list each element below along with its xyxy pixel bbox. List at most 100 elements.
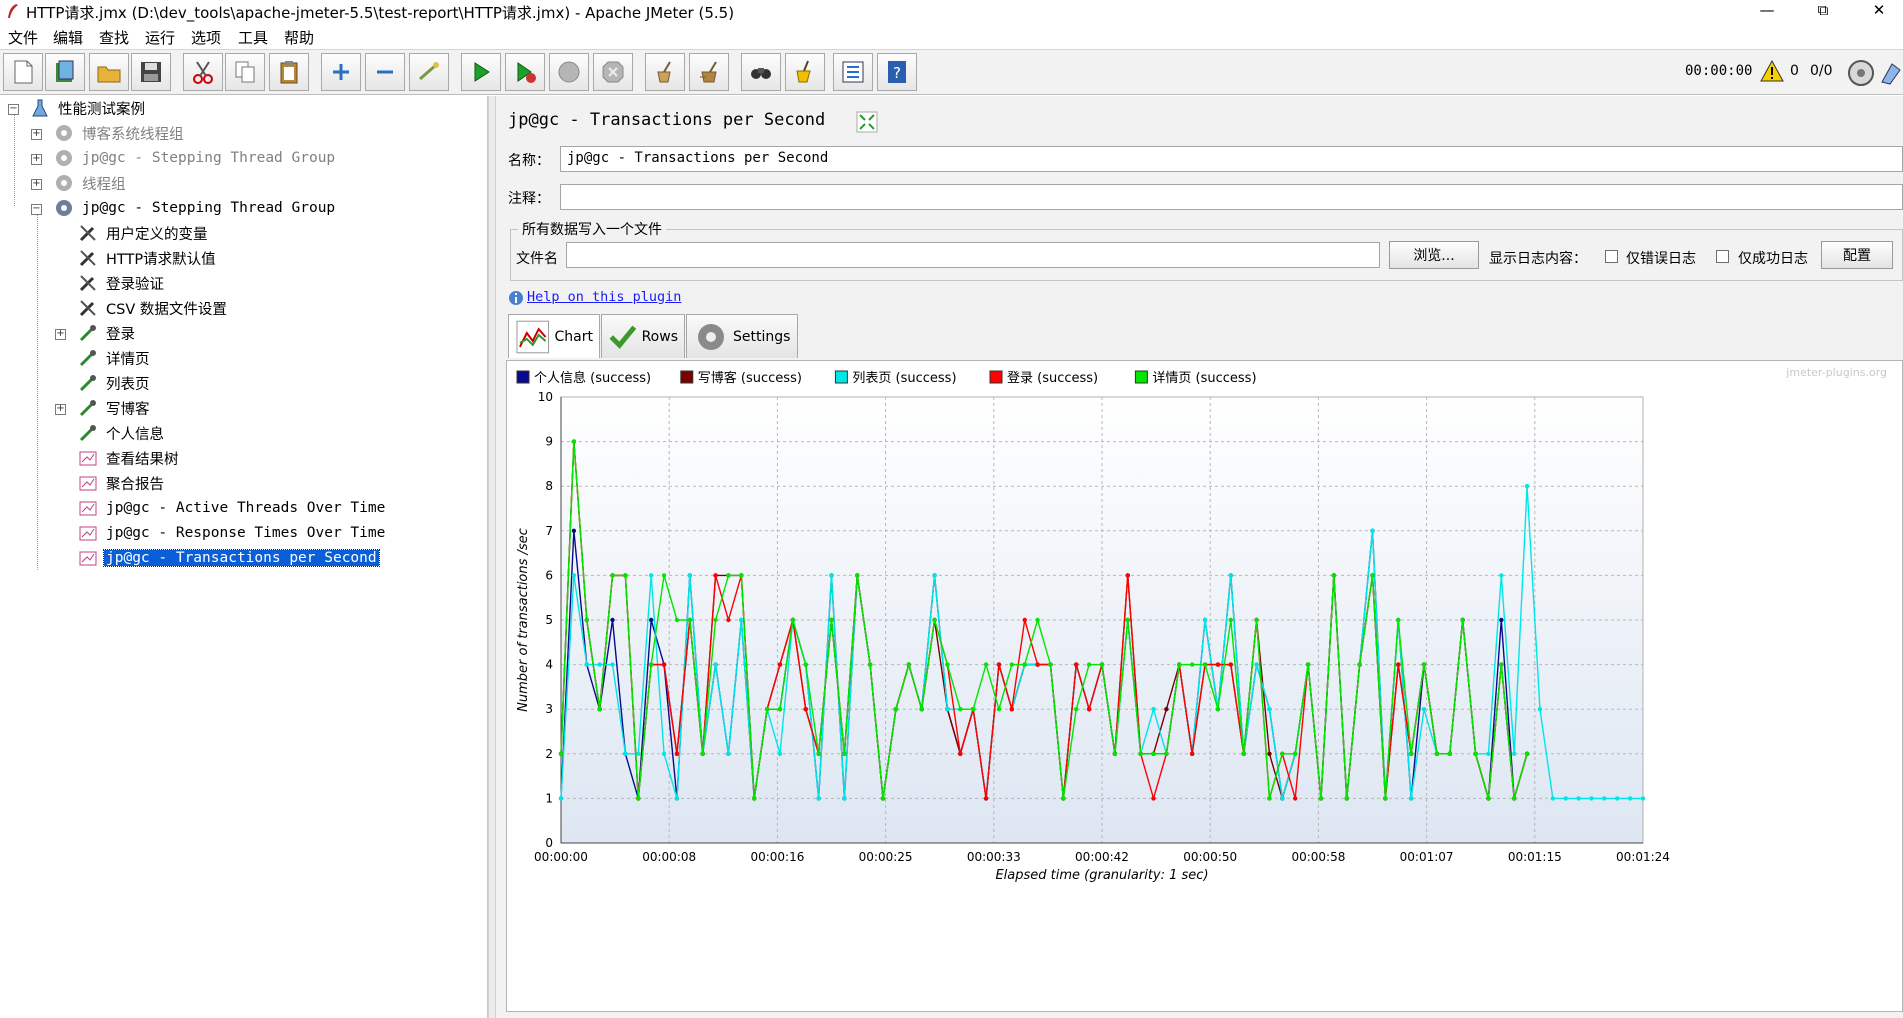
collapse-toggle[interactable]: − (8, 104, 19, 115)
tree-item-transactions-per-second[interactable]: jp@gc - Transactions per Second (78, 546, 380, 570)
toggle-button[interactable] (409, 53, 449, 91)
data-point (610, 573, 615, 578)
filename-input[interactable] (566, 242, 1380, 268)
help-button[interactable]: ? (877, 53, 917, 91)
menu-tools[interactable]: 工具 (238, 27, 268, 48)
new-button[interactable] (3, 53, 43, 91)
close-button[interactable]: ✕ (1856, 0, 1902, 24)
menu-file[interactable]: 文件 (8, 27, 38, 48)
info-icon (509, 291, 523, 305)
tree-item-response-times[interactable]: jp@gc - Response Times Over Time (78, 521, 387, 545)
menu-options[interactable]: 选项 (191, 27, 221, 48)
menu-search[interactable]: 查找 (99, 27, 129, 48)
data-point (1086, 707, 1092, 712)
tree-item-profile-sampler[interactable]: 个人信息 (78, 421, 166, 445)
data-point (1267, 707, 1272, 712)
configure-button[interactable]: 配置 (1821, 241, 1893, 269)
tree-item-active-threads[interactable]: jp@gc - Active Threads Over Time (78, 496, 387, 520)
tree-item-http-defaults[interactable]: HTTP请求默认值 (78, 246, 218, 270)
data-point (996, 707, 1002, 712)
expand-toggle[interactable]: + (55, 404, 66, 415)
expand-toggle[interactable]: + (31, 154, 42, 165)
shutdown-button[interactable] (593, 53, 633, 91)
tree-item-blog-thread-group[interactable]: 博客系统线程组 (54, 121, 186, 145)
data-point (945, 662, 950, 667)
watermark: jmeter-plugins.org (1785, 366, 1887, 379)
pane-splitter[interactable] (488, 96, 496, 1018)
tree-item-stepping-thread-group-disabled[interactable]: jp@gc - Stepping Thread Group (54, 146, 337, 170)
collapse-toggle[interactable]: − (31, 204, 42, 215)
menu-run[interactable]: 运行 (145, 27, 175, 48)
maximize-button[interactable]: ⧉ (1800, 0, 1846, 24)
search-button[interactable] (741, 53, 781, 91)
tree-item-write-blog-sampler[interactable]: 写博客 (78, 396, 152, 420)
help-plugin-link[interactable]: Help on this plugin (527, 289, 681, 305)
tree-item-test-plan[interactable]: 性能测试案例 (30, 96, 147, 120)
copy-button[interactable] (225, 53, 265, 91)
success-only-checkbox[interactable] (1716, 250, 1729, 263)
open-folder-icon (97, 66, 121, 83)
data-point (932, 617, 937, 623)
errors-only-checkbox[interactable] (1605, 250, 1618, 263)
log-viewer-icon[interactable] (1880, 60, 1902, 86)
data-point (790, 617, 796, 623)
x-tick-label: 00:00:25 (859, 850, 913, 864)
warning-icon[interactable] (1760, 60, 1784, 82)
name-input[interactable]: jp@gc - Transactions per Second (560, 146, 1903, 172)
reset-search-button[interactable] (785, 53, 825, 91)
clear-button[interactable] (645, 53, 685, 91)
tree-item-login-auth[interactable]: 登录验证 (78, 271, 166, 295)
browse-button[interactable]: 浏览... (1389, 241, 1479, 269)
legend-swatch (989, 370, 1003, 384)
listener-chart-icon (79, 551, 97, 566)
paste-button[interactable] (269, 53, 309, 91)
expand-arrows-icon[interactable] (856, 111, 878, 133)
minimize-button[interactable]: — (1744, 0, 1790, 24)
expand-all-button[interactable] (321, 53, 361, 91)
comment-input[interactable] (560, 184, 1903, 210)
data-point (1576, 796, 1581, 801)
tree-item-list-sampler[interactable]: 列表页 (78, 371, 152, 395)
expand-toggle[interactable]: + (31, 179, 42, 190)
templates-icon (56, 60, 74, 82)
data-point (584, 662, 589, 667)
window-title: HTTP请求.jmx (D:\dev_tools\apache-jmeter-5… (26, 4, 735, 22)
tree-item-csv-config[interactable]: CSV 数据文件设置 (78, 296, 229, 320)
data-point (1241, 751, 1246, 756)
tree-item-login-sampler[interactable]: 登录 (78, 321, 137, 345)
x-tick-label: 00:00:58 (1291, 850, 1345, 864)
collapse-all-button[interactable] (365, 53, 405, 91)
data-point (1035, 617, 1040, 623)
tree-item-aggregate-report[interactable]: 聚合报告 (78, 471, 166, 495)
tab-rows[interactable]: Rows (601, 314, 685, 358)
start-no-pauses-button[interactable] (505, 53, 545, 91)
tab-settings[interactable]: Settings (686, 314, 798, 358)
data-point (1396, 662, 1401, 667)
menu-edit[interactable]: 编辑 (53, 27, 83, 48)
open-button[interactable] (89, 53, 129, 91)
data-point (687, 573, 693, 578)
data-point (1370, 528, 1375, 533)
function-helper-button[interactable] (833, 53, 873, 91)
legend-entry: 详情页 (success) (1152, 371, 1256, 386)
menu-help[interactable]: 帮助 (284, 27, 314, 48)
y-tick-label: 2 (545, 747, 553, 761)
data-point (610, 662, 615, 667)
tree-item-stepping-thread-group[interactable]: jp@gc - Stepping Thread Group (54, 196, 337, 220)
flask-icon (32, 99, 48, 117)
clear-all-button[interactable] (689, 53, 729, 91)
expand-toggle[interactable]: + (55, 329, 66, 340)
tree-item-label: 个人信息 (106, 426, 164, 443)
start-button[interactable] (461, 53, 501, 91)
cut-button[interactable] (183, 53, 223, 91)
tab-chart[interactable]: Chart (508, 314, 600, 358)
expand-toggle[interactable]: + (31, 129, 42, 140)
tab-chart-label: Chart (554, 328, 593, 345)
tree-item-thread-group[interactable]: 线程组 (54, 171, 128, 195)
stop-button[interactable] (549, 53, 589, 91)
save-button[interactable] (131, 53, 171, 91)
templates-button[interactable] (45, 53, 85, 91)
tree-item-detail-sampler[interactable]: 详情页 (78, 346, 152, 370)
tree-item-user-defined-variables[interactable]: 用户定义的变量 (78, 221, 210, 245)
tree-item-results-tree[interactable]: 查看结果树 (78, 446, 181, 470)
